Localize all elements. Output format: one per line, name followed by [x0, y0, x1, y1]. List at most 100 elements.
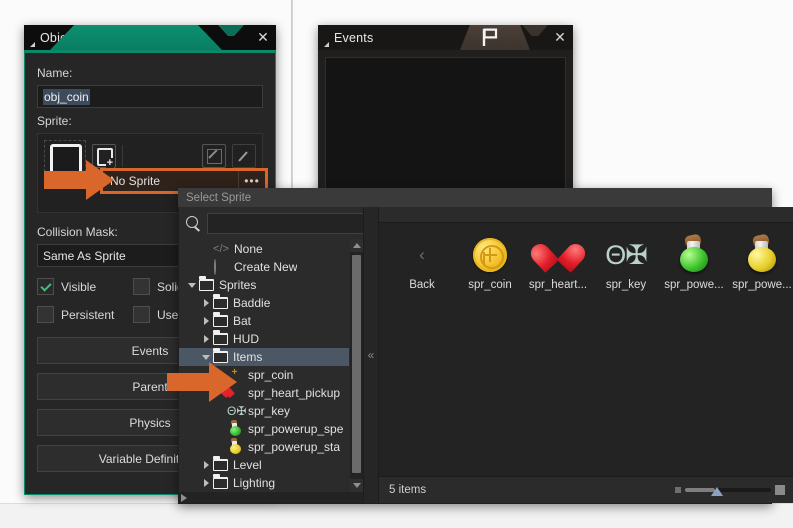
paint-brush-icon[interactable] — [232, 144, 256, 168]
twisty-collapsed-icon[interactable] — [199, 299, 213, 307]
select-sprite-title: Select Sprite — [178, 188, 772, 207]
folder-icon — [213, 330, 228, 345]
collapse-caret-icon[interactable] — [24, 25, 40, 50]
events-window-titlebar[interactable]: Events ✕ — [318, 25, 573, 50]
status-bar: 5 items — [379, 476, 793, 503]
tree-item-label: spr_powerup_spe — [248, 422, 344, 436]
tree-scrollbar-thumb[interactable] — [352, 255, 361, 473]
twisty-expanded-icon[interactable] — [185, 282, 199, 288]
search-input[interactable] — [207, 212, 371, 234]
circle-icon — [213, 259, 229, 275]
grid-item-label: spr_powe... — [664, 279, 724, 291]
checkbox-visible-box[interactable] — [37, 278, 54, 295]
name-input[interactable]: obj_coin — [37, 85, 263, 108]
grid-item-art — [676, 233, 712, 275]
panel-collapse-handle[interactable]: « — [363, 207, 379, 503]
potion-green-icon — [227, 420, 243, 436]
events-window: Events ✕ — [318, 25, 573, 203]
tree-item-label: spr_coin — [248, 368, 294, 382]
zoom-small-icon — [675, 487, 681, 493]
tree-item-label: Bat — [233, 314, 252, 328]
events-window-body — [318, 50, 573, 203]
sprite-search-row — [179, 207, 371, 239]
twisty-collapsed-icon[interactable] — [199, 461, 213, 469]
folder-icon — [199, 276, 214, 291]
tree-item[interactable]: Θ✠ spr_key — [179, 402, 349, 420]
grid-item[interactable]: spr_heart... — [525, 235, 591, 291]
heart-icon — [541, 240, 575, 271]
screen: Object: obj_coin ✕ Name: obj_coin Sprite… — [0, 0, 793, 528]
scroll-up-arrow-icon[interactable] — [350, 239, 363, 252]
tree-item-label: HUD — [233, 332, 259, 346]
tree-vertical-scrollbar[interactable] — [350, 239, 363, 492]
grid-toolbar — [379, 207, 793, 223]
twisty-expanded-icon[interactable] — [199, 354, 213, 360]
grid-item-art — [541, 235, 575, 275]
twisty-collapsed-icon[interactable] — [199, 335, 213, 343]
back-arrow-icon: ‹ — [419, 245, 425, 264]
tree-item[interactable]: Baddie — [179, 294, 349, 312]
sprite-grid-panel: ‹ Back spr_coin spr_heart... Θ✠ spr_key spr_po… — [379, 207, 793, 503]
tree-item[interactable]: Create New — [179, 258, 349, 276]
object-window-titlebar[interactable]: Object: obj_coin ✕ — [24, 25, 276, 50]
zoom-slider-track[interactable] — [685, 487, 771, 496]
tree-item[interactable]: spr_powerup_spe — [179, 420, 349, 438]
tree-item[interactable]: spr_powerup_sta — [179, 438, 349, 456]
tree-item[interactable]: </> None — [179, 240, 349, 258]
zoom-slider[interactable] — [675, 485, 785, 496]
checkbox-visible[interactable]: Visible — [37, 278, 133, 295]
tree-item-label: None — [234, 242, 263, 256]
name-label: Name: — [37, 66, 73, 80]
events-window-title: Events — [334, 30, 374, 45]
tree-item[interactable]: Sprites — [179, 276, 349, 294]
tree-item[interactable]: HUD — [179, 330, 349, 348]
tree-item-label: Lighting — [233, 476, 276, 490]
events-collapse-caret-icon[interactable] — [318, 25, 334, 50]
twisty-collapsed-icon[interactable] — [199, 479, 213, 487]
checkbox-persistent[interactable]: Persistent — [37, 306, 133, 323]
grid-item-art — [744, 233, 780, 275]
grid-item[interactable]: spr_powe... — [661, 233, 727, 291]
tree-item-label: Level — [233, 458, 262, 472]
grid-item-art: Θ✠ — [605, 235, 648, 275]
tree-item[interactable]: Level — [179, 456, 349, 474]
folder-icon — [213, 312, 228, 327]
tree-item[interactable]: Bat — [179, 312, 349, 330]
folder-icon — [213, 456, 228, 471]
grid-back-button[interactable]: ‹ Back — [389, 235, 455, 291]
object-accent-bar — [25, 50, 275, 53]
events-list-canvas[interactable] — [325, 57, 566, 196]
scroll-right-arrow-icon[interactable] — [181, 494, 187, 502]
tree-horizontal-scrollbar[interactable] — [179, 492, 363, 503]
object-window-close-button[interactable]: ✕ — [250, 25, 276, 50]
grid-item-art — [473, 235, 507, 275]
potion-yellow-icon — [744, 233, 780, 273]
none-icon: </> — [213, 243, 229, 255]
tree-item-label: spr_key — [248, 404, 291, 418]
tree-item-label: Sprites — [219, 278, 257, 292]
zoom-large-icon — [775, 485, 785, 495]
scroll-down-arrow-icon[interactable] — [350, 479, 363, 492]
callout-arrow-sprite-field — [44, 158, 116, 202]
key-icon: Θ✠ — [227, 404, 247, 418]
potion-yellow-icon — [227, 438, 243, 454]
sprite-selector-label: No Sprite — [110, 174, 161, 188]
select-sprite-body: </> None Create New Sprites Baddie Bat HUD Item… — [178, 207, 793, 504]
tree-item[interactable]: Lighting — [179, 474, 349, 492]
grid-item-label: spr_coin — [468, 279, 512, 291]
checkbox-solid-box[interactable] — [133, 278, 150, 295]
checkbox-persistent-box[interactable] — [37, 306, 54, 323]
checkbox-uses-physics-box[interactable] — [133, 306, 150, 323]
events-window-close-button[interactable]: ✕ — [547, 25, 573, 50]
grid-item[interactable]: spr_powe... — [729, 233, 793, 291]
grid-item[interactable]: spr_coin — [457, 235, 523, 291]
toolbar-separator — [122, 145, 123, 167]
sprite-grid: ‹ Back spr_coin spr_heart... Θ✠ spr_key spr_po… — [379, 223, 793, 476]
grid-item[interactable]: Θ✠ spr_key — [593, 235, 659, 291]
edit-image-icon[interactable] — [202, 144, 226, 168]
zoom-slider-knob[interactable] — [711, 487, 723, 496]
twisty-collapsed-icon[interactable] — [199, 317, 213, 325]
object-window-tab[interactable] — [50, 25, 222, 50]
tree-item-label: spr_heart_pickup — [248, 386, 341, 400]
key-icon: Θ✠ — [605, 240, 648, 270]
